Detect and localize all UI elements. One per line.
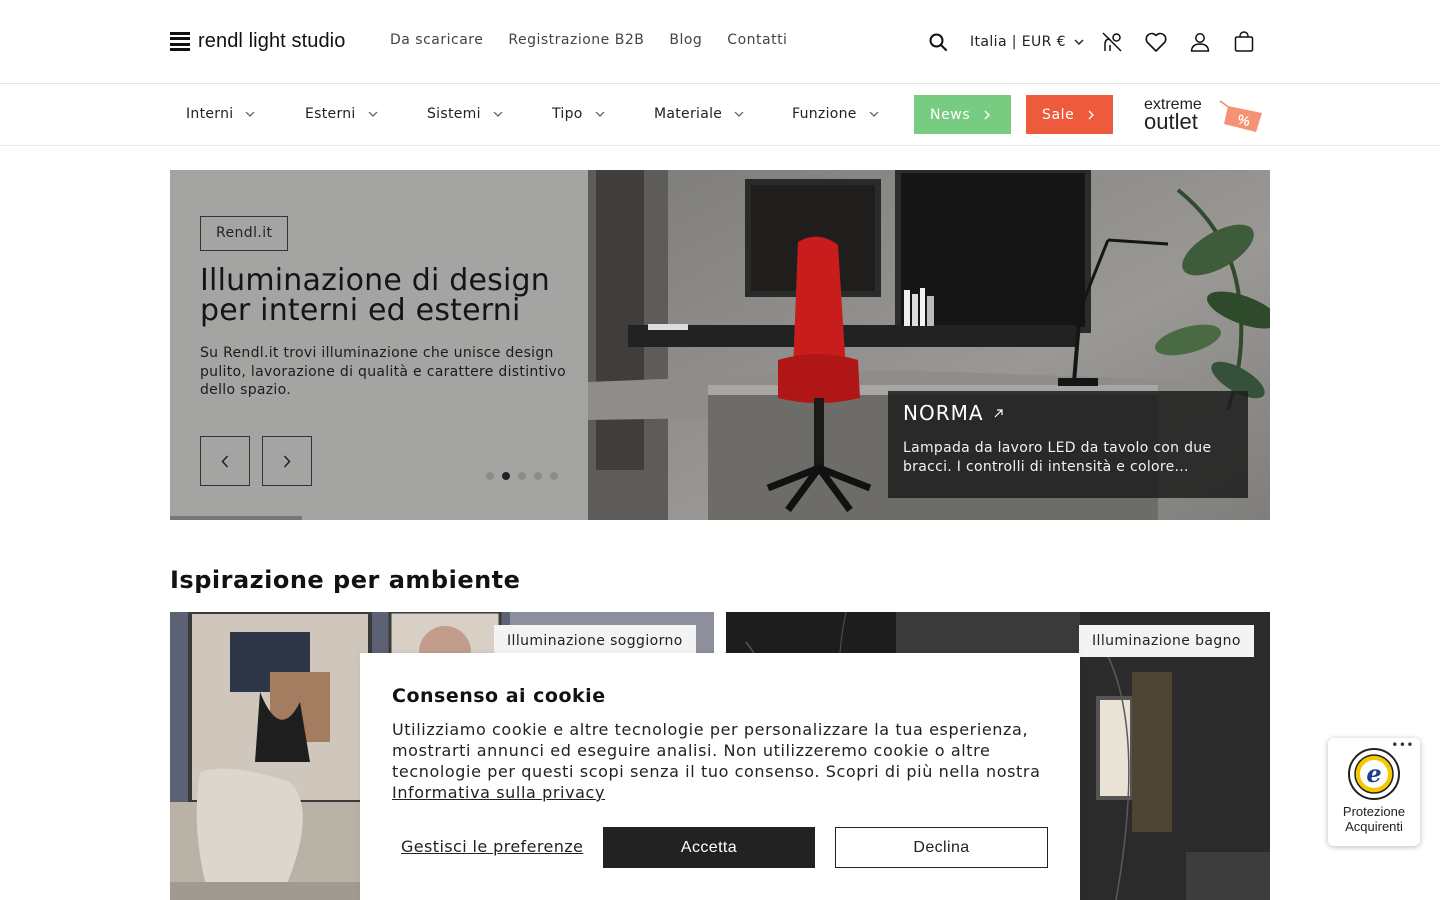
external-arrow-icon [994, 408, 1003, 417]
top-nav: Da scaricare Registrazione B2B Blog Cont… [390, 32, 787, 48]
menu-sistemi[interactable]: Sistemi [427, 106, 503, 122]
hero-slider: Rendl.it Illuminazione di design per int… [170, 170, 1270, 520]
extreme-outlet-logo[interactable]: extreme outlet % [1142, 96, 1266, 136]
chevron-right-icon [283, 454, 291, 468]
outlet-line2: outlet [1144, 109, 1198, 134]
slider-dot[interactable] [550, 472, 558, 480]
hero-tag: Rendl.it [200, 216, 289, 251]
product-title-row: NORMA [903, 401, 1233, 425]
seal-letter: e [1366, 759, 1381, 788]
slider-dot[interactable] [518, 472, 526, 480]
slider-dot[interactable] [486, 472, 494, 480]
slider-dots [486, 472, 558, 480]
trusted-label: Protezione Acquirenti [1328, 804, 1420, 834]
cart-bag-icon[interactable] [1230, 28, 1258, 56]
section-title: Ispirazione per ambiente [170, 566, 521, 594]
product-name: NORMA [903, 401, 984, 425]
accept-cookies-button[interactable]: Accetta [603, 827, 815, 868]
top-header: rendl light studio Da scaricare Registra… [0, 0, 1440, 84]
cookie-body: Utilizziamo cookie e altre tecnologie pe… [392, 720, 1041, 781]
menu-label: Tipo [552, 106, 583, 122]
chevron-down-icon [493, 111, 503, 117]
chevron-down-icon [869, 111, 879, 117]
logo[interactable]: rendl light studio [170, 30, 345, 53]
decline-cookies-button[interactable]: Declina [835, 827, 1048, 868]
wishlist-heart-icon[interactable] [1142, 28, 1170, 56]
cookie-consent-dialog: Consenso ai cookie Utilizziamo cookie e … [360, 653, 1080, 900]
nav-link-b2b-registration[interactable]: Registrazione B2B [508, 32, 644, 48]
sale-button[interactable]: Sale [1026, 95, 1113, 134]
chevron-right-icon [1088, 110, 1095, 119]
chevron-down-icon [595, 111, 605, 117]
product-description: Lampada da lavoro LED da tavolo con due … [903, 440, 1212, 475]
chevron-left-icon [221, 454, 229, 468]
menu-label: Funzione [792, 106, 857, 122]
nav-link-downloads[interactable]: Da scaricare [390, 32, 483, 48]
logo-text: rendl light studio [198, 30, 346, 52]
slider-progress-bar [170, 516, 302, 520]
menu-esterni[interactable]: Esterni [305, 106, 378, 122]
privacy-policy-link[interactable]: Informativa sulla privacy [392, 783, 605, 802]
cookie-actions: Gestisci le preferenze Accetta Declina [392, 827, 1048, 868]
hero-text-panel: Rendl.it Illuminazione di design per int… [170, 170, 588, 520]
trusted-seal-icon: e [1348, 748, 1400, 800]
chevron-down-icon [734, 111, 744, 117]
chevron-down-icon [1074, 39, 1084, 45]
chevron-down-icon [246, 111, 255, 117]
account-user-icon[interactable] [1186, 28, 1214, 56]
logo-mark-icon [170, 31, 190, 52]
room-label: Illuminazione bagno [1079, 625, 1254, 657]
menu-materiale[interactable]: Materiale [654, 106, 744, 122]
nav-link-contacts[interactable]: Contatti [727, 32, 787, 48]
menu-label: Sistemi [427, 106, 481, 122]
cookie-title: Consenso ai cookie [392, 685, 606, 707]
slider-prev-button[interactable] [200, 436, 250, 486]
search-icon[interactable] [924, 28, 952, 56]
menu-label: Esterni [305, 106, 356, 122]
compare-off-icon[interactable] [1098, 28, 1126, 56]
slider-next-button[interactable] [262, 436, 312, 486]
trusted-label-line2: Acquirenti [1345, 819, 1403, 834]
nav-link-blog[interactable]: Blog [669, 32, 702, 48]
manage-preferences-button[interactable]: Gestisci le preferenze [401, 837, 583, 856]
menu-tipo[interactable]: Tipo [552, 106, 605, 122]
product-card[interactable]: NORMA Lampada da lavoro LED da tavolo co… [888, 391, 1248, 498]
locale-selector[interactable]: Italia | EUR € [970, 34, 1084, 50]
trusted-label-line1: Protezione [1342, 804, 1406, 819]
discount-tag-icon: % [1219, 100, 1262, 132]
trusted-shops-badge[interactable]: ••• e Protezione Acquirenti [1328, 738, 1420, 846]
sale-label: Sale [1042, 106, 1075, 123]
menu-label: Interni [186, 106, 234, 122]
slider-dot-active[interactable] [502, 472, 510, 480]
hero-image[interactable]: NORMA Lampada da lavoro LED da tavolo co… [588, 170, 1270, 520]
menu-interni[interactable]: Interni [186, 106, 255, 122]
chevron-down-icon [368, 111, 378, 117]
chevron-right-icon [984, 110, 991, 119]
hero-description: Su Rendl.it trovi illuminazione che unis… [200, 345, 566, 398]
news-label: News [930, 106, 971, 123]
slider-dot[interactable] [534, 472, 542, 480]
menu-label: Materiale [654, 106, 723, 122]
cookie-text: Utilizziamo cookie e altre tecnologie pe… [392, 719, 1052, 803]
header-actions: Italia | EUR € [924, 28, 1258, 56]
menu-funzione[interactable]: Funzione [792, 106, 879, 122]
hero-title: Illuminazione di design per interni ed e… [200, 263, 550, 328]
locale-label: Italia | EUR € [970, 34, 1066, 50]
news-button[interactable]: News [914, 95, 1011, 134]
